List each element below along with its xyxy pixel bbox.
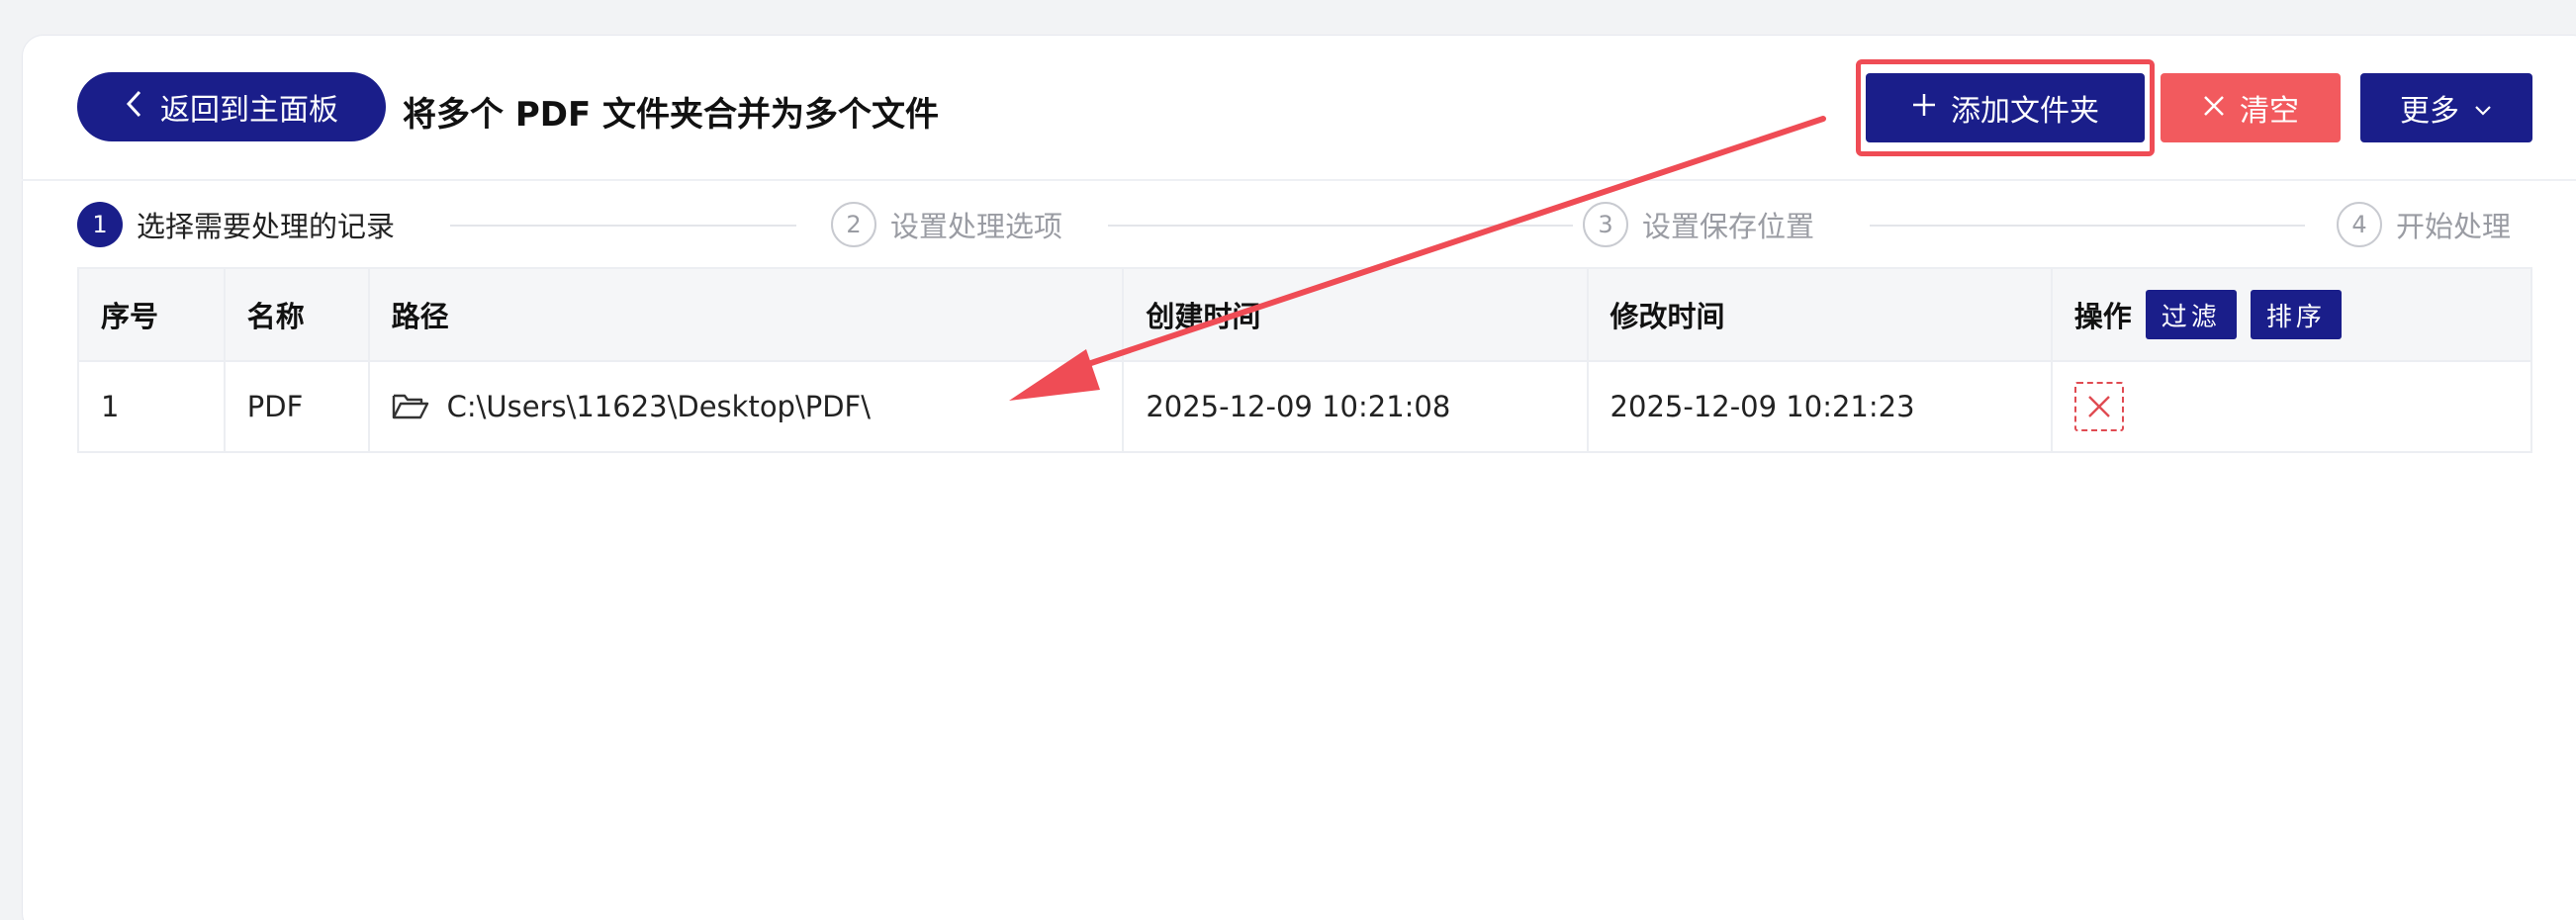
- column-header-path: 路径: [367, 269, 1123, 360]
- column-header-actions: 操作 过滤 排序: [2050, 269, 2530, 360]
- table-row[interactable]: 1 PDF C:\Users\11623\Desktop\PDF\ 2025-1…: [79, 360, 2530, 451]
- step-connector: [1108, 225, 1573, 227]
- chevron-down-icon: [2473, 91, 2493, 126]
- cell-created: 2025-12-09 10:21:08: [1122, 362, 1586, 451]
- header-divider: [22, 179, 2576, 181]
- step-2: 2 设置处理选项: [831, 202, 1062, 247]
- plus-icon: [1911, 91, 1937, 126]
- column-header-created: 创建时间: [1122, 269, 1586, 360]
- step-3: 3 设置保存位置: [1583, 202, 1814, 247]
- back-button-label: 返回到主面板: [160, 93, 338, 128]
- chevron-left-icon: [125, 89, 142, 125]
- add-folder-label: 添加文件夹: [1951, 94, 2099, 129]
- table-header-row: 序号 名称 路径 创建时间 修改时间 操作 过滤 排序: [79, 269, 2530, 360]
- close-icon: [2202, 91, 2226, 126]
- path-text: C:\Users\11623\Desktop\PDF\: [446, 390, 872, 423]
- records-table: 序号 名称 路径 创建时间 修改时间 操作 过滤 排序 1 PDF C:\Use…: [77, 267, 2532, 453]
- actions-header-label: 操作: [2073, 300, 2132, 333]
- sort-button[interactable]: 排序: [2250, 290, 2342, 339]
- more-label: 更多: [2400, 94, 2459, 129]
- step-number: 1: [77, 202, 123, 247]
- step-4: 4 开始处理: [2337, 202, 2511, 247]
- cell-index: 1: [101, 390, 120, 423]
- column-header-name: 名称: [223, 269, 368, 360]
- column-header-modified: 修改时间: [1586, 269, 2051, 360]
- step-label: 选择需要处理的记录: [137, 210, 396, 243]
- clear-button[interactable]: 清空: [2161, 73, 2341, 142]
- filter-button[interactable]: 过滤: [2145, 290, 2237, 339]
- folder-icon: [392, 393, 429, 420]
- step-1: 1 选择需要处理的记录: [77, 202, 395, 247]
- cell-name: PDF: [223, 362, 368, 451]
- more-button[interactable]: 更多: [2360, 73, 2532, 142]
- cell-modified: 2025-12-09 10:21:23: [1586, 362, 2051, 451]
- cell-path: C:\Users\11623\Desktop\PDF\: [367, 362, 1123, 451]
- back-to-dashboard-button[interactable]: 返回到主面板: [77, 72, 386, 141]
- delete-icon[interactable]: [2073, 382, 2124, 431]
- step-connector: [450, 225, 796, 227]
- step-label: 设置处理选项: [890, 210, 1063, 243]
- cell-actions: [2050, 362, 2530, 451]
- column-header-index: 序号: [101, 300, 159, 333]
- main-panel: [22, 35, 2576, 920]
- page-title: 将多个 PDF 文件夹合并为多个文件: [403, 95, 940, 135]
- step-number: 4: [2337, 202, 2382, 247]
- step-label: 开始处理: [2396, 210, 2512, 243]
- step-label: 设置保存位置: [1642, 210, 1815, 243]
- step-connector: [1870, 225, 2305, 227]
- step-number: 3: [1583, 202, 1628, 247]
- clear-label: 清空: [2240, 94, 2299, 129]
- step-number: 2: [831, 202, 876, 247]
- add-folder-button[interactable]: 添加文件夹: [1866, 73, 2145, 142]
